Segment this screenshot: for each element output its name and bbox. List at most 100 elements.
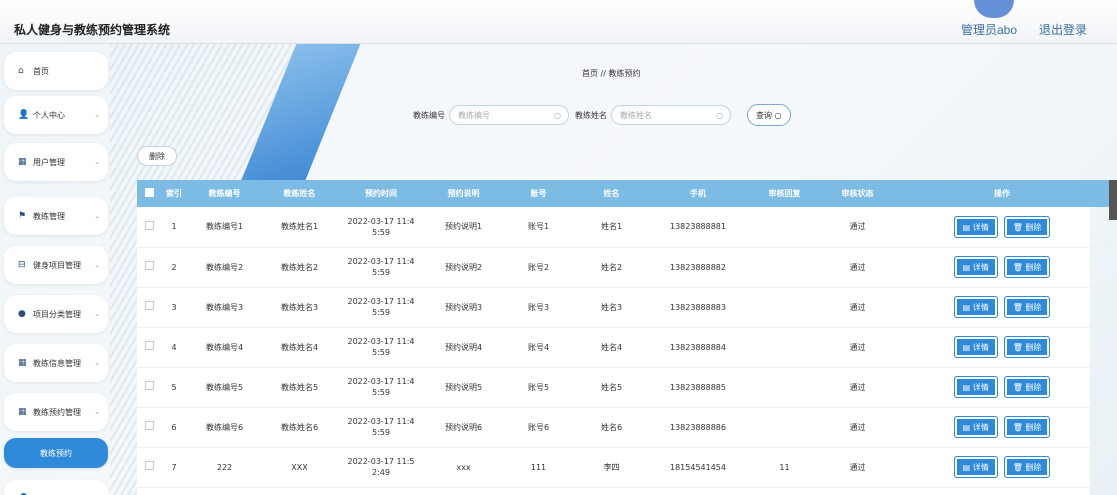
column-header: 审核回复 xyxy=(768,189,801,198)
delete-button[interactable]: 🗑 删除 xyxy=(1003,256,1051,278)
sidebar-item[interactable]: ⚑ 教练管理 ⌄ xyxy=(4,197,108,235)
home-icon: ⌂ xyxy=(18,66,24,76)
cell-phone: 13823888885 xyxy=(670,382,726,392)
table-row: 6 教练编号6 教练姓名6 2022-03-17 11:4 5:59 预约说明6 账号6 姓… xyxy=(137,407,1110,447)
detail-button[interactable]: ▤ 详情 xyxy=(953,376,998,398)
row-checkbox[interactable] xyxy=(144,341,154,350)
cell-desc: 预约说明1 xyxy=(444,222,483,232)
row-checkbox[interactable] xyxy=(144,421,154,430)
cell-status: 通过 xyxy=(849,462,866,472)
column-header: 审核状态 xyxy=(841,189,874,198)
select-all-header[interactable] xyxy=(137,180,161,207)
cell-coach-no: 教练编号1 xyxy=(205,222,244,232)
chart-icon: ⊟ xyxy=(18,260,26,270)
detail-button[interactable]: ▤ 详情 xyxy=(953,296,998,318)
batch-delete-button[interactable]: 删除 xyxy=(137,146,177,166)
cell-idx: 4 xyxy=(171,342,177,352)
cell-desc: xxx xyxy=(456,462,471,472)
flag-icon: ⚑ xyxy=(18,211,27,221)
coach-no-input[interactable]: 教练编号 ○ xyxy=(449,105,569,125)
trash-icon: 🗑 xyxy=(1012,423,1026,432)
cell-phone: 13823888883 xyxy=(670,302,726,312)
column-header: 索引 xyxy=(166,189,182,198)
search-icon: ○ xyxy=(772,110,782,120)
sidebar-item[interactable]: ▦ 用户管理 ⌄ xyxy=(4,143,108,181)
detail-button[interactable]: ▤ 详情 xyxy=(953,456,998,478)
select-all-checkbox[interactable] xyxy=(144,188,154,197)
row-checkbox[interactable] xyxy=(144,461,154,470)
sidebar-item[interactable]: ▦ 教练预约管理 ⌄ xyxy=(4,393,108,431)
row-select-cell xyxy=(137,287,161,327)
cell-account: 账号2 xyxy=(527,262,550,272)
document-icon: ▤ xyxy=(962,343,973,352)
detail-button[interactable]: ▤ 详情 xyxy=(953,215,998,238)
table-row: 7 222 XXX 2022-03-17 11:5 2:49 xxx 111 李四 18154… xyxy=(137,447,1110,487)
cell-coach-name: 教练姓名2 xyxy=(280,262,319,272)
app-title: 私人健身与教练预约管理系统 xyxy=(14,23,171,37)
coach-no-label: 教练编号 xyxy=(413,110,445,120)
sidebar-item[interactable]: ⊟ 健身项目管理 ⌄ xyxy=(4,246,108,284)
sidebar-item[interactable]: ⌂ 首页 xyxy=(4,52,108,90)
cell-reply xyxy=(748,407,821,447)
sidebar-item[interactable]: ▦ 教练信息管理 ⌄ xyxy=(4,344,108,382)
document-icon: ▤ xyxy=(962,222,973,232)
chevron-down-icon: ⌄ xyxy=(94,310,100,318)
delete-button[interactable]: 🗑 删除 xyxy=(1003,336,1051,358)
search-icon: ○ xyxy=(716,110,723,120)
coach-name-label: 教练姓名 xyxy=(575,110,607,120)
column-header: 教练编号 xyxy=(208,189,241,198)
row-checkbox[interactable] xyxy=(144,261,154,270)
cell-name: 李四 xyxy=(603,462,620,472)
cell-coach-no: 教练编号6 xyxy=(205,422,244,432)
table-row: 5 教练编号5 教练姓名5 2022-03-17 11:4 5:59 预约说明5 账号5 姓… xyxy=(137,367,1110,407)
delete-button[interactable]: 🗑 删除 xyxy=(1003,215,1051,238)
cell-coach-name: XXX xyxy=(291,462,308,472)
cell-reply xyxy=(748,367,821,407)
logout-link[interactable]: 退出登录 xyxy=(1039,21,1087,38)
cell-coach-no: 教练编号2 xyxy=(205,262,244,272)
sidebar-item-label: 用户管理 xyxy=(33,157,65,167)
sidebar-item[interactable]: 教练预约 xyxy=(4,438,108,468)
cell-coach-name: 教练姓名4 xyxy=(280,342,319,352)
coach-name-input[interactable]: 教练姓名 ○ xyxy=(611,105,731,125)
sidebar-item[interactable]: 👤系统管理⌄ xyxy=(4,480,108,495)
detail-button[interactable]: ▤ 详情 xyxy=(953,416,998,438)
sidebar-item-label: 健身项目管理 xyxy=(33,260,81,270)
avatar xyxy=(974,0,1014,18)
row-checkbox[interactable] xyxy=(144,220,154,230)
column-header: 预约说明 xyxy=(447,189,480,198)
sidebar-item-label: 项目分类管理 xyxy=(33,309,81,319)
column-header: 姓名 xyxy=(603,189,620,198)
cell-time: 2022-03-17 11:4 5:59 xyxy=(347,377,415,397)
query-button[interactable]: 查询 ○ xyxy=(747,104,791,126)
detail-button[interactable]: ▤ 详情 xyxy=(953,336,998,358)
scrollbar[interactable] xyxy=(1109,180,1117,220)
grid-icon: ▦ xyxy=(18,358,27,368)
delete-button-label: 删除 xyxy=(1025,263,1042,272)
cell-desc: 预约说明6 xyxy=(444,422,483,432)
document-icon: ▤ xyxy=(962,303,973,312)
chevron-down-icon: ⌄ xyxy=(94,212,100,220)
detail-button-label: 详情 xyxy=(972,383,989,392)
delete-button[interactable]: 🗑 删除 xyxy=(1003,376,1051,398)
cell-desc: 预约说明2 xyxy=(444,262,483,272)
document-icon: ▤ xyxy=(962,463,973,472)
row-checkbox[interactable] xyxy=(144,301,154,310)
row-checkbox[interactable] xyxy=(144,381,154,390)
detail-button-label: 详情 xyxy=(972,343,989,352)
user-name[interactable]: 管理员abo xyxy=(961,21,1017,38)
sidebar-item[interactable]: 👤 个人中心 ⌄ xyxy=(4,96,108,134)
delete-button-label: 删除 xyxy=(1025,423,1042,432)
sidebar-item[interactable]: ● 项目分类管理 ⌄ xyxy=(4,295,108,333)
cell-coach-name: 教练姓名1 xyxy=(280,222,319,232)
delete-button[interactable]: 🗑 删除 xyxy=(1003,456,1051,478)
cell-status: 通过 xyxy=(849,262,866,272)
detail-button[interactable]: ▤ 详情 xyxy=(953,256,998,278)
delete-button[interactable]: 🗑 删除 xyxy=(1003,416,1051,438)
cell-time: 2022-03-17 11:4 5:59 xyxy=(347,337,415,357)
detail-button-label: 详情 xyxy=(972,263,989,272)
delete-button[interactable]: 🗑 删除 xyxy=(1003,296,1051,318)
document-icon: ▤ xyxy=(962,423,973,432)
cell-name: 姓名2 xyxy=(600,262,623,272)
cell-phone: 13823888881 xyxy=(670,222,726,232)
